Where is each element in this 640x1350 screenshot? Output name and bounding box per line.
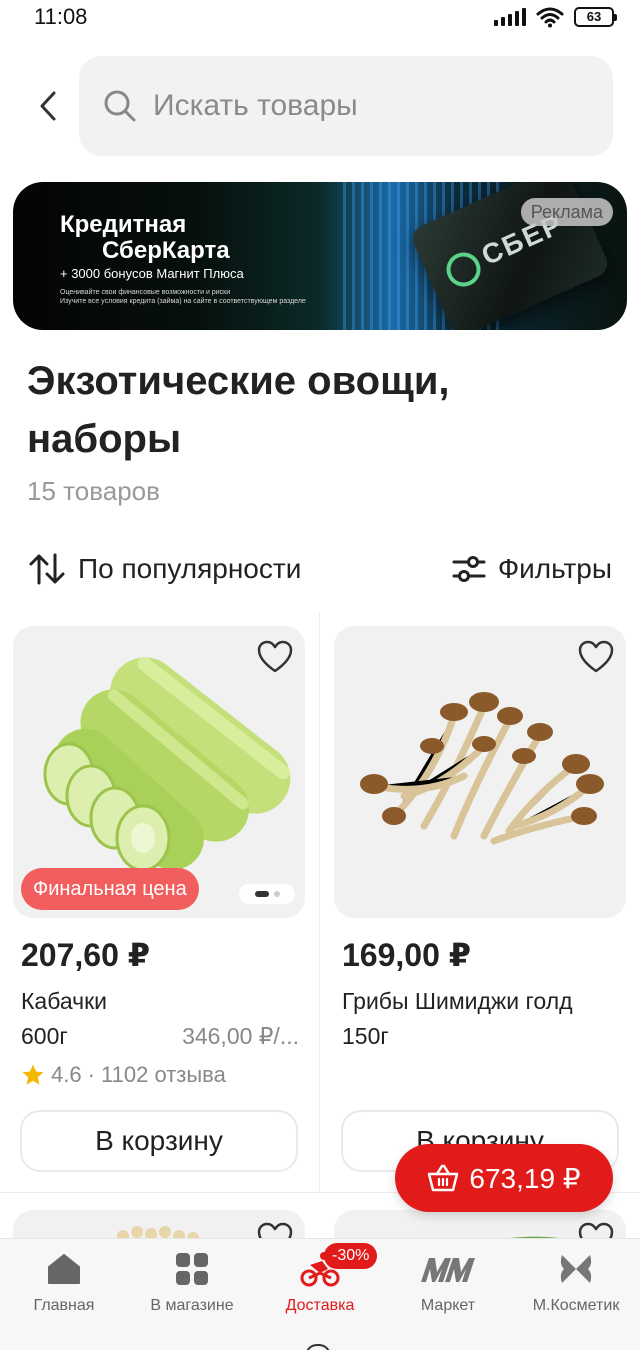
carousel-dots	[239, 884, 295, 904]
sort-icon	[29, 553, 65, 585]
banner-title-line2: СберКарта	[102, 237, 230, 264]
bottom-nav: Главная В магазине -30% Доставка Маркет …	[0, 1238, 640, 1350]
product-name[interactable]: Кабачки	[21, 988, 305, 1015]
ad-label: Реклама	[520, 198, 613, 226]
favorite-heart-icon[interactable]	[578, 640, 614, 674]
product-price: 207,60 ₽	[21, 937, 151, 973]
nav-label: М.Косметик	[532, 1297, 620, 1314]
status-bar: 11:08 63	[0, 0, 640, 36]
nav-label: Главная	[33, 1297, 95, 1314]
wifi-icon	[536, 7, 564, 28]
nav-item-delivery[interactable]: -30% Доставка	[256, 1243, 384, 1315]
product-unit-price: 346,00 ₽/...	[182, 1023, 299, 1049]
grid-icon	[176, 1253, 208, 1285]
signal-icon	[494, 8, 526, 26]
banner-fine-print-line1: Оценивайте свои финансовые возможности и…	[60, 289, 231, 296]
review-count: · 1102 отзыва	[87, 1062, 226, 1087]
filter-button[interactable]: Фильтры	[452, 548, 612, 590]
product-weight: 600г	[21, 1023, 68, 1049]
nav-label: В магазине	[150, 1297, 234, 1314]
search-row: Искать товары	[0, 56, 640, 156]
nav-item-cosmetic[interactable]: М.Косметик	[512, 1249, 640, 1315]
banner-subtitle: + 3000 бонусов Магнит Плюса	[60, 266, 244, 281]
add-to-cart-button[interactable]: В корзину	[20, 1110, 298, 1172]
sber-logo-icon	[441, 247, 486, 292]
search-input[interactable]: Искать товары	[79, 56, 613, 156]
column-divider	[319, 612, 320, 1192]
page-title: Экзотические овощи, наборы	[27, 359, 450, 461]
product-image[interactable]: Финальная цена	[13, 626, 305, 918]
battery-icon: 63	[574, 7, 617, 27]
cosmetic-logo-icon	[560, 1255, 592, 1283]
product-card-mushrooms[interactable]: 169,00 ₽ Грибы Шимиджи голд 150г В корзи…	[334, 626, 626, 1172]
back-button[interactable]	[30, 86, 66, 126]
star-icon	[22, 1064, 44, 1085]
product-name[interactable]: Грибы Шимиджи голд	[342, 988, 626, 1015]
nav-label: Маркет	[420, 1297, 476, 1314]
nav-item-in-store[interactable]: В магазине	[128, 1249, 256, 1315]
rating-value: 4.6	[51, 1062, 82, 1087]
nav-label: Доставка	[285, 1297, 355, 1314]
ad-banner[interactable]: СБЕР Кредитная СберКарта + 3000 бонусов …	[13, 182, 627, 330]
banner-fine-print-line2: Изучите все условия кредита (займа) на с…	[60, 298, 306, 305]
banner-fine-print: Оценивайте свои финансовые возможности и…	[60, 288, 360, 306]
banner-title: Кредитная СберКарта	[60, 212, 230, 264]
basket-icon	[428, 1164, 459, 1192]
search-placeholder: Искать товары	[153, 89, 358, 122]
market-logo-icon	[421, 1258, 475, 1282]
cart-total: 673,19 ₽	[469, 1162, 581, 1194]
product-weight-row: 150г	[342, 1023, 626, 1050]
status-icons: 63	[494, 6, 617, 28]
product-count: 15 товаров	[27, 476, 160, 506]
product-weight-row: 600г 346,00 ₽/...	[21, 1023, 305, 1050]
delivery-discount-badge: -30%	[324, 1243, 378, 1269]
banner-title-line1: Кредитная	[60, 211, 187, 238]
floating-cart-button[interactable]: 673,19 ₽	[395, 1144, 613, 1212]
chevron-left-icon	[40, 91, 56, 121]
nav-item-home[interactable]: Главная	[0, 1249, 128, 1315]
final-price-badge: Финальная цена	[21, 868, 199, 910]
product-weight: 150г	[342, 1023, 389, 1049]
product-price: 169,00 ₽	[342, 937, 472, 973]
product-image[interactable]	[334, 626, 626, 918]
product-rating: 4.6 · 1102 отзыва	[21, 1062, 305, 1088]
favorite-heart-icon[interactable]	[257, 640, 293, 674]
search-icon	[104, 90, 136, 122]
nav-item-market[interactable]: Маркет	[384, 1249, 512, 1315]
product-card-zucchini[interactable]: Финальная цена 207,60 ₽ Кабачки 600г 346…	[13, 626, 305, 1172]
status-time: 11:08	[34, 4, 88, 29]
filter-icon	[452, 556, 486, 582]
sort-label: По популярности	[78, 553, 302, 584]
filter-label: Фильтры	[497, 553, 612, 584]
sort-button[interactable]: По популярности	[28, 548, 301, 590]
home-icon	[48, 1254, 80, 1284]
